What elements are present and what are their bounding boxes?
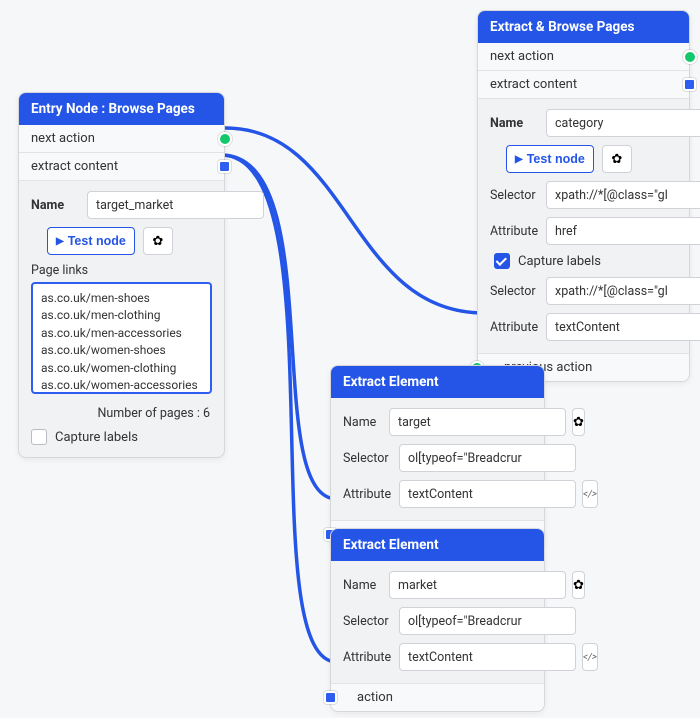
name-label: Name [343,415,383,430]
port-extract-content: extract content [478,71,689,99]
port-dot-square[interactable] [683,78,696,91]
test-node-button[interactable]: ▶Test node [506,145,594,173]
attribute-label: Attribute [343,650,393,665]
capture-labels-checkbox[interactable] [494,253,510,269]
capture-labels-label: Capture labels [518,254,601,269]
gear-icon: ✿ [573,577,584,593]
name-input[interactable] [546,109,700,137]
selector-input[interactable] [399,444,576,472]
extract-element-node-1: Extract Element Name ✿ Selector Attribut… [330,365,545,549]
code-icon[interactable]: </> [582,480,598,508]
extract-element-node-2: Extract Element Name ✿ Selector Attribut… [330,528,545,712]
selector-label: Selector [343,614,393,629]
capture-labels-checkbox[interactable] [31,429,47,445]
attribute-input[interactable] [546,217,700,245]
attribute-input[interactable] [399,480,576,508]
selector-input[interactable] [399,607,576,635]
selector-input[interactable] [546,277,700,305]
entry-node-browse-pages: Entry Node : Browse Pages next action ex… [18,92,225,458]
extract-browse-pages-node: Extract & Browse Pages next action extra… [477,10,690,382]
port-extract-content: extract content [19,153,224,181]
port-label: next action [31,131,95,146]
code-icon[interactable]: </> [582,643,598,671]
port-next-action: next action [19,125,224,153]
selector-label: Selector [343,451,393,466]
name-label: Name [490,116,540,131]
port-dot-square-in[interactable] [324,691,337,704]
attribute-input[interactable] [399,643,576,671]
selector-label: Selector [490,284,540,299]
settings-button[interactable]: ✿ [602,145,632,173]
capture-labels-label: Capture labels [55,430,138,445]
node-title: Extract & Browse Pages [478,11,689,43]
play-icon: ▶ [56,236,64,247]
attribute-label: Attribute [343,487,393,502]
attribute-label: Attribute [490,320,540,335]
settings-button[interactable]: ✿ [572,571,585,599]
gear-icon: ✿ [573,414,584,430]
name-label: Name [343,578,383,593]
node-title: Extract Element [331,366,544,398]
name-label: Name [31,198,81,213]
port-label: action [343,690,393,705]
port-dot-green[interactable] [218,132,232,146]
settings-button[interactable]: ✿ [572,408,585,436]
page-links-textarea[interactable] [31,282,212,394]
port-label: extract content [31,159,118,174]
name-input[interactable] [389,571,566,599]
node-title: Entry Node : Browse Pages [19,93,224,125]
settings-button[interactable]: ✿ [143,227,173,255]
gear-icon: ✿ [152,233,163,249]
attribute-input[interactable] [546,313,700,341]
play-icon: ▶ [515,154,523,165]
port-dot-green[interactable] [683,50,697,64]
attribute-label: Attribute [490,224,540,239]
page-count: Number of pages : 6 [31,406,212,421]
port-action: action [331,683,544,711]
port-next-action: next action [478,43,689,71]
selector-label: Selector [490,188,540,203]
name-input[interactable] [87,191,264,219]
port-label: next action [490,49,554,64]
node-title: Extract Element [331,529,544,561]
port-dot-square[interactable] [218,160,231,173]
page-links-label: Page links [31,263,212,278]
gear-icon: ✿ [611,151,622,167]
name-input[interactable] [389,408,566,436]
selector-input[interactable] [546,181,700,209]
port-label: extract content [490,77,577,92]
test-node-button[interactable]: ▶Test node [47,227,135,255]
